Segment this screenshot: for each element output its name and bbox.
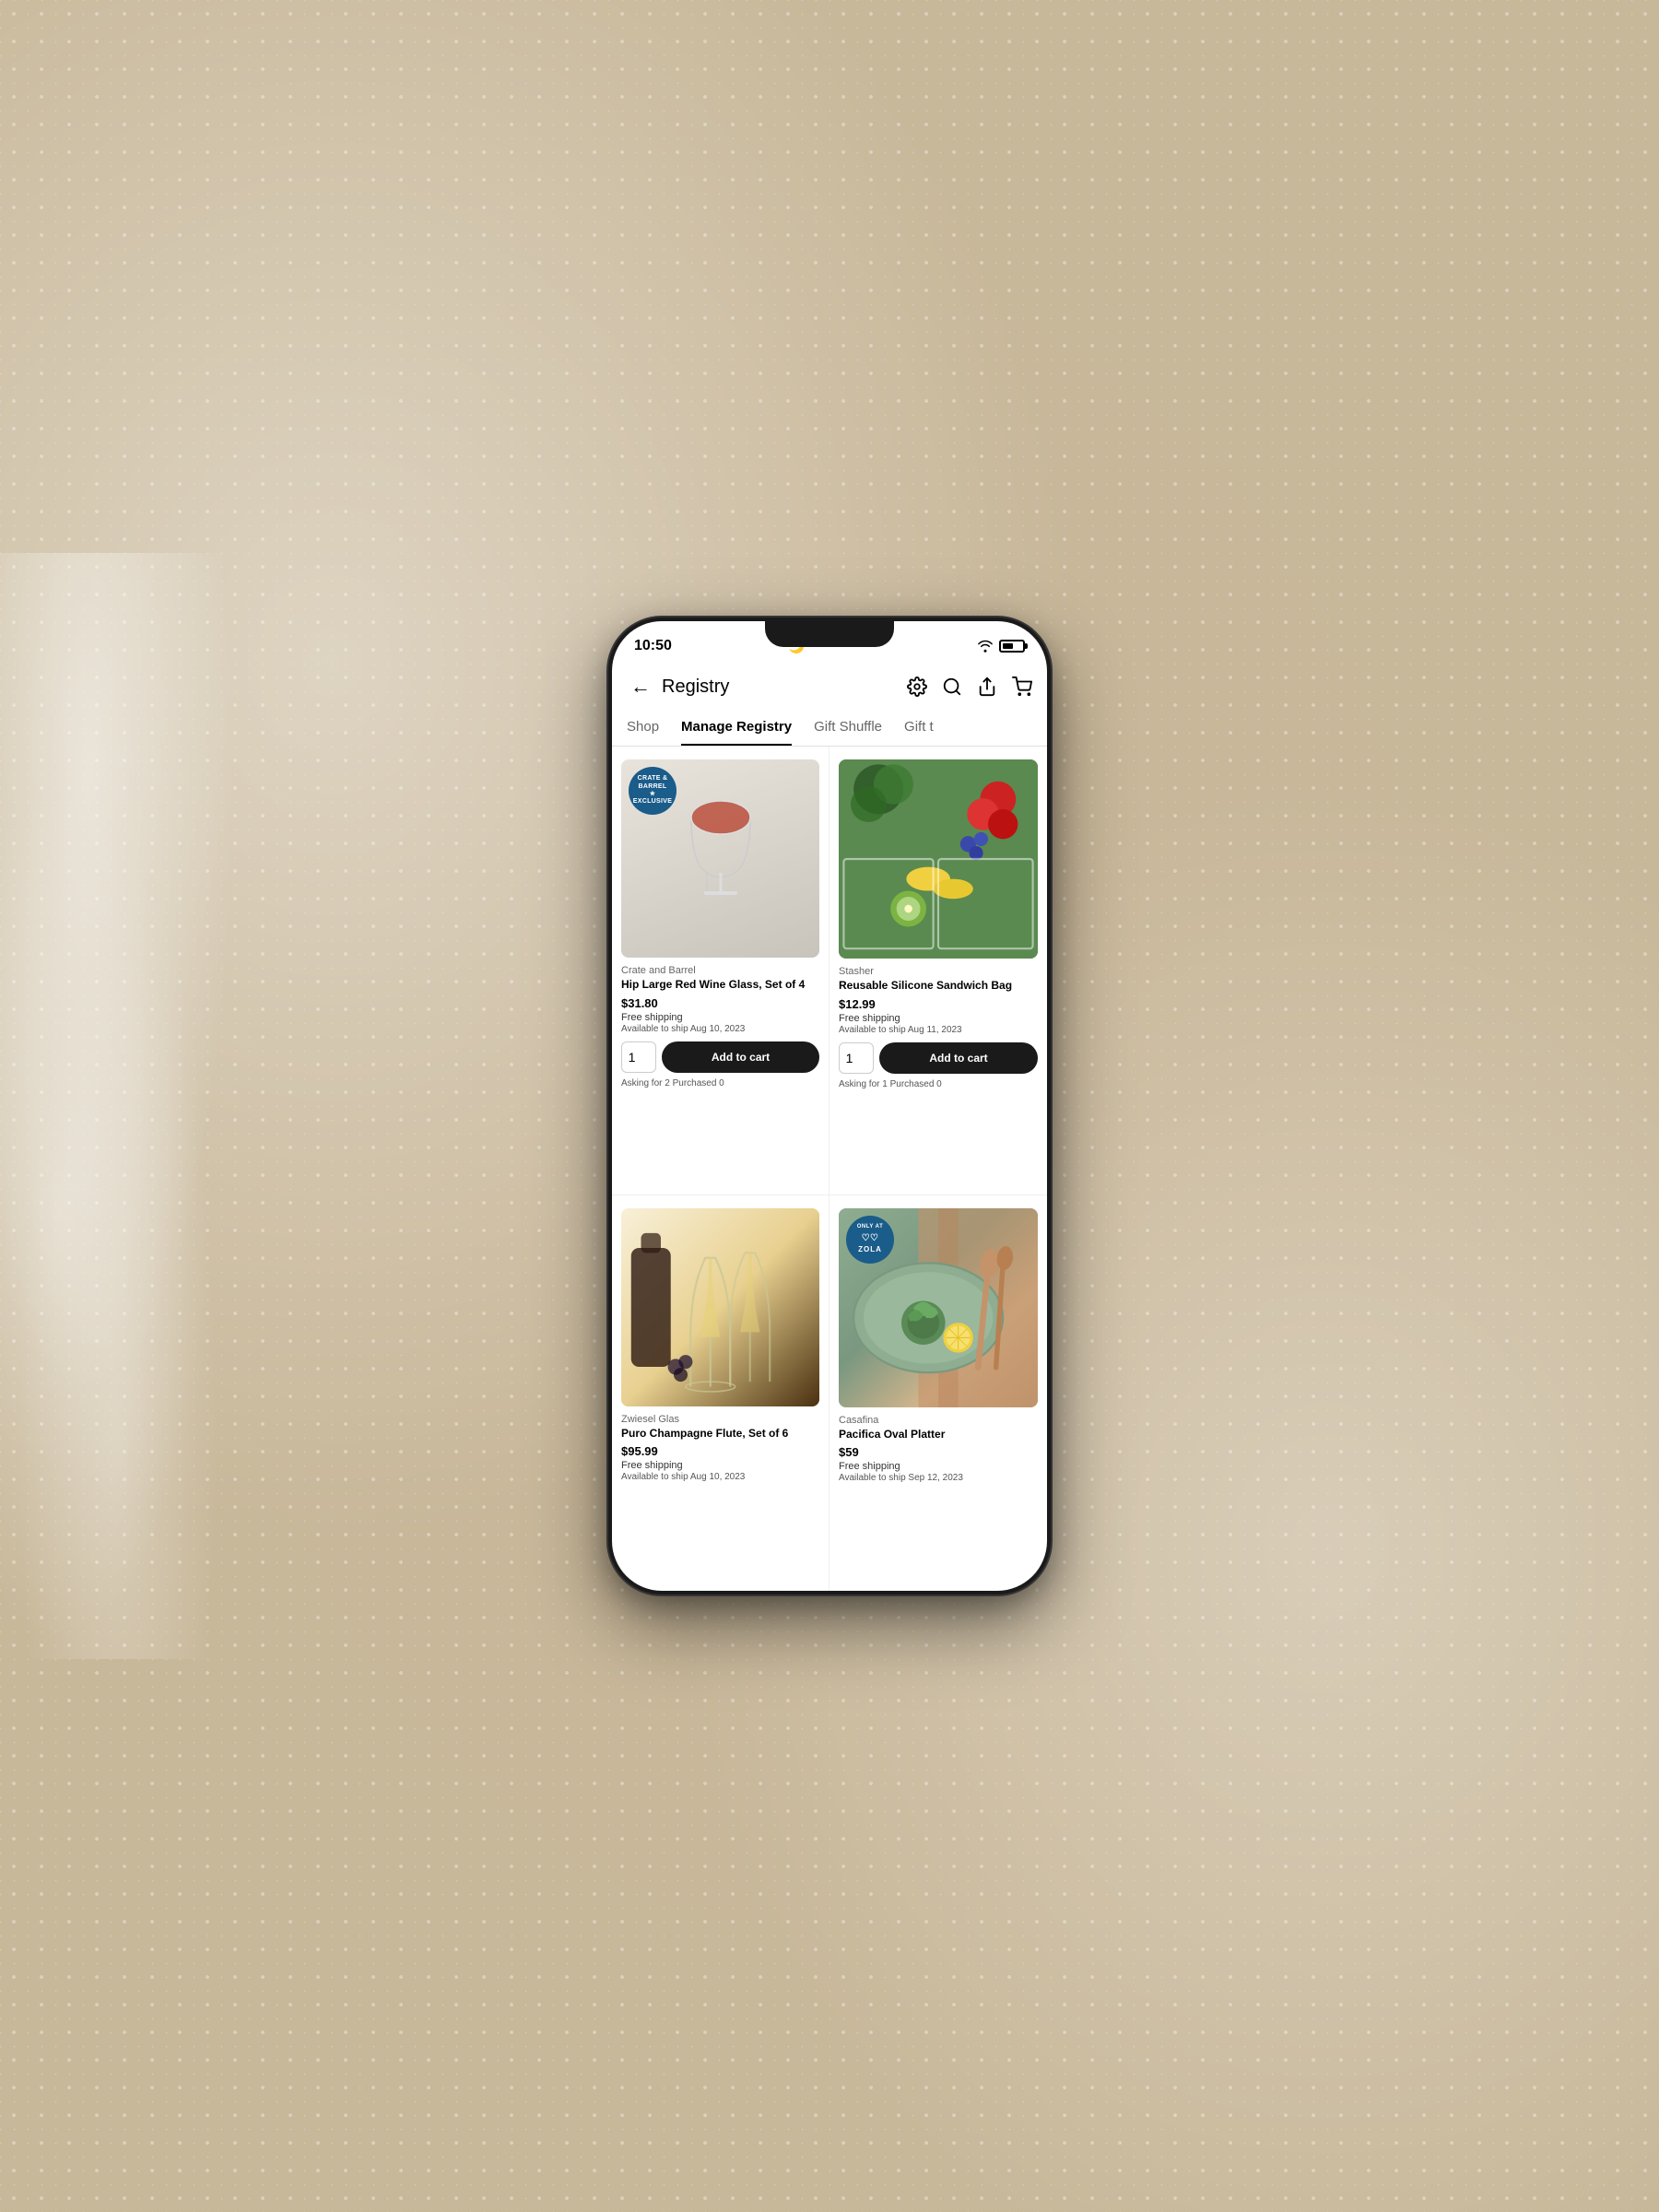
product-card-sandwich-bag: Stasher Reusable Silicone Sandwich Bag $…: [830, 747, 1047, 1195]
champagne-image: [621, 1208, 819, 1406]
tab-shop[interactable]: Shop: [627, 710, 659, 746]
status-time: 10:50: [634, 638, 672, 654]
asking-info-bag: Asking for 1 Purchased 0: [839, 1079, 1038, 1089]
tab-gift-shuffle[interactable]: Gift Shuffle: [814, 710, 882, 746]
cart-row-bag: Add to cart: [839, 1042, 1038, 1074]
status-icons: [977, 640, 1025, 653]
quantity-input-bag[interactable]: [839, 1042, 874, 1074]
product-badge-crate-barrel: CRATE & BARREL★EXCLUSIVE: [629, 767, 677, 815]
product-ship-date-bag: Available to ship Aug 11, 2023: [839, 1025, 1038, 1035]
cart-icon[interactable]: [1012, 677, 1032, 697]
product-card-platter: ONLY AT ♡♡ ZOLA Casafina Pacifica Oval P…: [830, 1195, 1047, 1592]
product-image-platter: ONLY AT ♡♡ ZOLA: [839, 1208, 1038, 1407]
asking-info-wine-glass: Asking for 2 Purchased 0: [621, 1078, 819, 1088]
nav-actions: [907, 677, 1032, 697]
quantity-input-wine-glass[interactable]: [621, 1041, 656, 1073]
wifi-icon: [977, 640, 994, 653]
product-shipping-platter: Free shipping: [839, 1461, 1038, 1472]
food-image: [839, 759, 1038, 959]
product-image-champagne: [621, 1208, 819, 1406]
product-card-wine-glass: CRATE & BARREL★EXCLUSIVE Crate and Barre…: [612, 747, 830, 1195]
product-name-wine-glass: Hip Large Red Wine Glass, Set of 4: [621, 978, 819, 993]
product-image-sandwich-bag: [839, 759, 1038, 959]
page-title: Registry: [662, 677, 900, 698]
product-name-platter: Pacifica Oval Platter: [839, 1428, 1038, 1442]
product-name-bag: Reusable Silicone Sandwich Bag: [839, 979, 1038, 994]
floral-decoration: [0, 553, 295, 1659]
share-icon[interactable]: [977, 677, 997, 697]
product-ship-date-champagne: Available to ship Aug 10, 2023: [621, 1472, 819, 1482]
add-to-cart-button-wine-glass[interactable]: Add to cart: [662, 1041, 819, 1073]
product-brand-platter: Casafina: [839, 1415, 1038, 1426]
add-to-cart-button-bag[interactable]: Add to cart: [879, 1042, 1038, 1074]
product-ship-date-platter: Available to ship Sep 12, 2023: [839, 1473, 1038, 1483]
product-brand-wine-glass: Crate and Barrel: [621, 965, 819, 976]
product-price-wine-glass: $31.80: [621, 996, 819, 1010]
search-icon[interactable]: [942, 677, 962, 697]
phone-frame: 10:50 🌙 ← Registry: [608, 618, 1051, 1594]
tab-manage-registry[interactable]: Manage Registry: [681, 710, 792, 746]
cart-row-wine-glass: Add to cart: [621, 1041, 819, 1073]
product-card-champagne: Zwiesel Glas Puro Champagne Flute, Set o…: [612, 1195, 830, 1592]
product-price-platter: $59: [839, 1445, 1038, 1459]
nav-header: ← Registry: [612, 664, 1047, 710]
product-ship-date-wine-glass: Available to ship Aug 10, 2023: [621, 1024, 819, 1034]
product-price-champagne: $95.99: [621, 1444, 819, 1458]
product-brand-champagne: Zwiesel Glas: [621, 1414, 819, 1425]
product-badge-zola: ONLY AT ♡♡ ZOLA: [846, 1216, 894, 1264]
notch: [765, 621, 894, 647]
product-shipping-champagne: Free shipping: [621, 1460, 819, 1471]
product-image-wine-glass: CRATE & BARREL★EXCLUSIVE: [621, 759, 819, 958]
product-shipping-wine-glass: Free shipping: [621, 1012, 819, 1023]
tabs-container: Shop Manage Registry Gift Shuffle Gift t: [612, 710, 1047, 747]
products-grid: CRATE & BARREL★EXCLUSIVE Crate and Barre…: [612, 747, 1047, 1591]
battery-fill: [1003, 643, 1013, 649]
battery-icon: [999, 640, 1025, 653]
back-button[interactable]: ←: [627, 671, 654, 702]
phone-screen: 10:50 🌙 ← Registry: [612, 621, 1047, 1591]
tab-gift-t[interactable]: Gift t: [904, 710, 934, 746]
product-price-bag: $12.99: [839, 997, 1038, 1011]
phone-wrapper: 10:50 🌙 ← Registry: [608, 618, 1051, 1594]
product-shipping-bag: Free shipping: [839, 1013, 1038, 1024]
product-brand-bag: Stasher: [839, 966, 1038, 977]
product-name-champagne: Puro Champagne Flute, Set of 6: [621, 1427, 819, 1441]
settings-icon[interactable]: [907, 677, 927, 697]
